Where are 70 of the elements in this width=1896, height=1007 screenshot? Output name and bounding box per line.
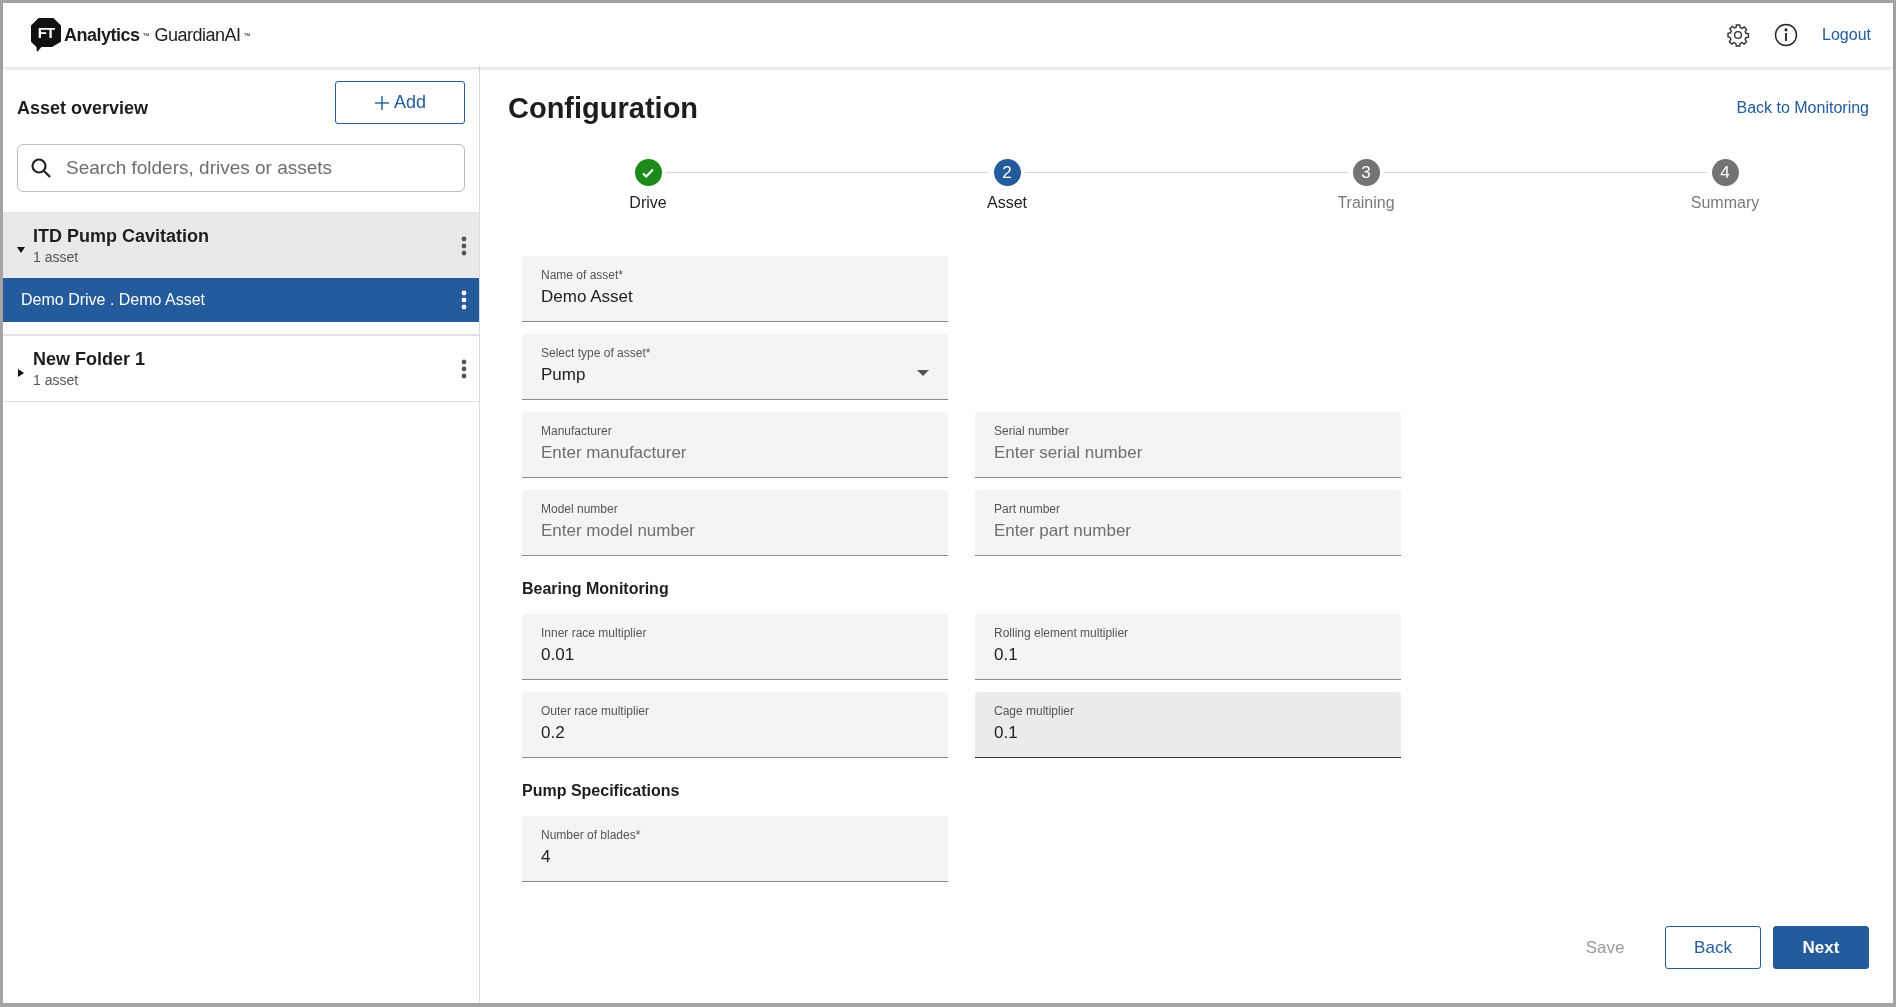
more-icon[interactable] xyxy=(461,235,467,256)
text-field[interactable]: Manufacturer Enter manufacturer xyxy=(522,412,948,478)
input-field[interactable]: 0.1 xyxy=(994,645,1382,665)
step-label: Summary xyxy=(1690,194,1760,212)
caret-down-icon[interactable] xyxy=(17,245,25,254)
input-field[interactable]: Enter serial number xyxy=(994,443,1382,463)
section-title: Pump Specifications xyxy=(522,782,681,800)
search-input[interactable]: Search folders, drives or assets xyxy=(64,156,452,180)
text-field[interactable]: Rolling element multiplier 0.1 xyxy=(975,614,1401,680)
input-field[interactable]: 0.1 xyxy=(994,723,1382,743)
input-field[interactable]: Enter model number xyxy=(541,521,929,541)
input-field[interactable]: 0.01 xyxy=(541,645,929,665)
input-field[interactable]: 4 xyxy=(541,847,929,867)
field-label: Rolling element multiplier xyxy=(994,626,1130,640)
settings-icon[interactable] xyxy=(1726,23,1751,47)
more-icon[interactable] xyxy=(461,358,467,379)
field-label: Manufacturer xyxy=(541,424,613,438)
asset-count: 1 asset xyxy=(33,249,80,265)
logout-link[interactable]: Logout xyxy=(1822,26,1871,44)
step-label: Asset xyxy=(987,194,1027,212)
input-field[interactable]: 0.2 xyxy=(541,723,929,743)
step-label: Training xyxy=(1337,194,1395,212)
text-field[interactable]: Cage multiplier 0.1 xyxy=(975,692,1401,758)
folder-name: ITD Pump Cavitation xyxy=(33,226,210,247)
folder-row[interactable]: ITD Pump Cavitation 1 asset xyxy=(3,212,479,278)
back-button[interactable]: Back xyxy=(1665,926,1761,969)
field-label: Name of asset* xyxy=(541,268,625,282)
field-label: Inner race multiplier xyxy=(541,626,648,640)
field-label: Outer race multiplier xyxy=(541,704,651,718)
dropdown-caret-icon xyxy=(917,369,929,376)
text-field[interactable]: Inner race multiplier 0.01 xyxy=(522,614,948,680)
input-field[interactable]: Enter manufacturer xyxy=(541,443,929,463)
logo-product: GuardianAI xyxy=(154,24,241,46)
folder-name: New Folder 1 xyxy=(33,349,147,370)
sidebar-title: Asset overview xyxy=(17,97,149,119)
add-button[interactable]: Add xyxy=(335,81,465,124)
text-field[interactable]: Number of blades* 4 xyxy=(522,816,948,882)
search-icon xyxy=(30,157,52,179)
page-title: Configuration xyxy=(508,91,699,125)
text-field[interactable]: Part number Enter part number xyxy=(975,490,1401,556)
section-title: Bearing Monitoring xyxy=(522,580,670,598)
caret-right-icon[interactable] xyxy=(17,368,25,377)
logo-badge: FT xyxy=(31,18,61,52)
text-field[interactable]: Serial number Enter serial number xyxy=(975,412,1401,478)
select-value: Pump xyxy=(541,365,587,385)
asset-item[interactable]: Demo Drive . Demo Asset xyxy=(3,278,479,322)
plus-icon xyxy=(374,94,390,111)
step-number: 4 xyxy=(1711,159,1739,186)
info-icon[interactable] xyxy=(1774,23,1799,47)
field-label: Number of blades* xyxy=(541,828,642,842)
step-label: Drive xyxy=(629,194,667,212)
input-field[interactable]: Enter part number xyxy=(994,521,1382,541)
next-button[interactable]: Next xyxy=(1773,926,1869,969)
logo-brand: Analytics xyxy=(64,24,140,46)
text-field[interactable]: Model number Enter model number xyxy=(522,490,948,556)
input-field[interactable]: Demo Asset xyxy=(541,287,929,307)
back-to-monitoring-link[interactable]: Back to Monitoring xyxy=(1736,99,1869,117)
field-label: Cage multiplier xyxy=(994,704,1076,718)
text-field[interactable]: Name of asset* Demo Asset xyxy=(522,256,948,322)
select-field[interactable]: Select type of asset* Pump xyxy=(522,334,948,400)
field-label: Serial number xyxy=(994,424,1070,438)
field-label: Part number xyxy=(994,502,1062,516)
step-number: 2 xyxy=(993,159,1021,186)
asset-count: 1 asset xyxy=(33,372,80,388)
field-label: Select type of asset* xyxy=(541,346,652,360)
search-field[interactable]: Search folders, drives or assets xyxy=(17,144,465,192)
field-label: Model number xyxy=(541,502,619,516)
step-number: 3 xyxy=(1352,159,1380,186)
more-icon[interactable] xyxy=(461,290,467,310)
text-field[interactable]: Outer race multiplier 0.2 xyxy=(522,692,948,758)
